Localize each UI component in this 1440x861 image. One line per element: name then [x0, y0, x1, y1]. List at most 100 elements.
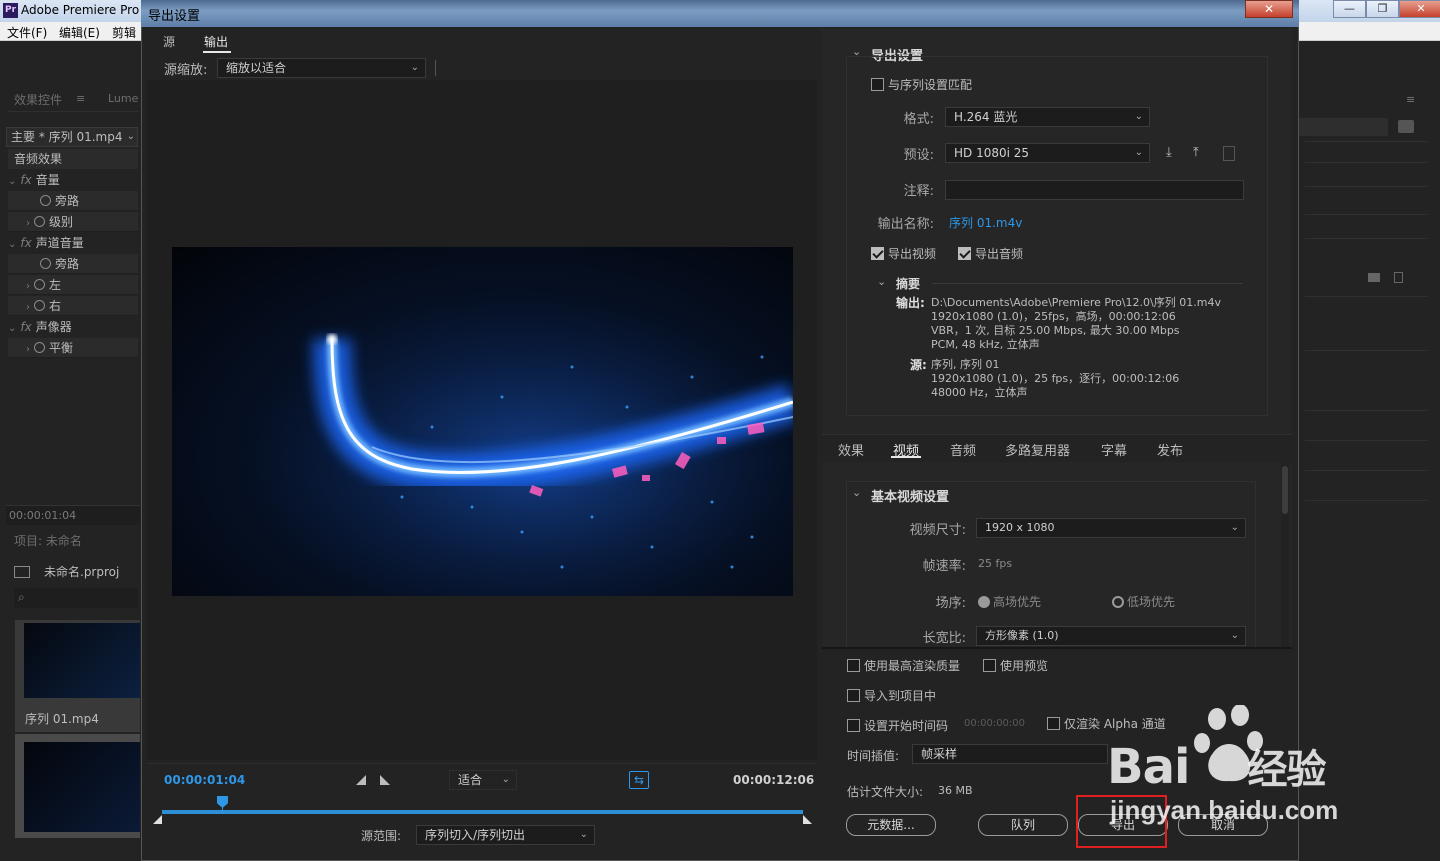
chevron-right-icon[interactable]: › — [26, 218, 30, 229]
project-panel-title[interactable]: 项目: 未命名 — [14, 532, 82, 549]
stopwatch-icon[interactable] — [34, 216, 45, 227]
field-lower-radio[interactable]: 低场优先 — [1112, 593, 1175, 610]
effect-row-channel-volume[interactable]: ⌄ fx 声道音量 — [8, 233, 138, 253]
fit-dropdown[interactable]: 适合 ⌄ — [449, 770, 517, 790]
import-into-project-checkbox[interactable]: 导入到项目中 — [847, 687, 936, 704]
checkbox[interactable] — [983, 659, 996, 672]
checkbox[interactable] — [1047, 717, 1060, 730]
radio[interactable] — [978, 596, 990, 608]
tab-multiplexer[interactable]: 多路复用器 — [1005, 440, 1070, 459]
set-in-point-icon[interactable] — [356, 775, 366, 785]
out-point-marker-icon[interactable] — [803, 815, 812, 824]
clip-thumbnail-card[interactable]: 序列 01.mp4 — [15, 620, 140, 732]
timeline-track[interactable] — [162, 810, 803, 814]
maximize-icon[interactable]: ❐ — [1366, 0, 1399, 18]
set-out-point-icon[interactable] — [380, 775, 390, 785]
clip-thumbnail-card[interactable] — [15, 734, 140, 838]
tab-publish[interactable]: 发布 — [1157, 440, 1183, 459]
menu-clip[interactable]: 剪辑 — [112, 24, 136, 41]
stopwatch-icon[interactable] — [40, 195, 51, 206]
stopwatch-icon[interactable] — [34, 279, 45, 290]
queue-button[interactable]: 队列 — [978, 814, 1068, 836]
stopwatch-icon[interactable] — [40, 258, 51, 269]
export-audio-checkbox[interactable]: 导出音频 — [958, 245, 1023, 262]
fx-icon[interactable]: fx — [20, 236, 31, 250]
tab-source[interactable]: 源 — [163, 33, 175, 50]
current-timecode[interactable]: 00:00:01:04 — [164, 773, 245, 787]
folder-icon[interactable] — [1368, 273, 1380, 282]
stopwatch-icon[interactable] — [34, 300, 45, 311]
chevron-down-icon[interactable]: ⌄ — [8, 176, 16, 187]
tab-effect-controls[interactable]: 效果控件 — [14, 91, 62, 108]
menu-edit[interactable]: 编辑(E) — [59, 24, 100, 41]
summary-header[interactable]: 摘要 — [896, 275, 920, 292]
render-alpha-only-checkbox[interactable]: 仅渲染 Alpha 通道 — [1047, 715, 1166, 732]
preset-dropdown[interactable]: HD 1080i 25 ⌄ — [945, 143, 1150, 163]
radio[interactable] — [1112, 596, 1124, 608]
camera-icon[interactable] — [1398, 120, 1414, 133]
tab-output[interactable]: 输出 — [204, 33, 228, 50]
time-interpolation-dropdown[interactable]: 帧采样 — [912, 744, 1108, 764]
export-video-checkbox[interactable]: 导出视频 — [871, 245, 936, 262]
in-point-marker-icon[interactable] — [153, 815, 162, 824]
param-row-right[interactable]: › 右 — [8, 296, 138, 316]
project-search-input[interactable]: ⌕ — [14, 588, 138, 608]
frame-size-dropdown[interactable]: 1920 x 1080 ⌄ — [976, 518, 1246, 538]
fx-icon[interactable]: fx — [20, 320, 31, 334]
tab-captions[interactable]: 字幕 — [1101, 440, 1127, 459]
param-row-left[interactable]: › 左 — [8, 275, 138, 295]
trash-icon[interactable] — [1394, 272, 1403, 283]
max-render-quality-checkbox[interactable]: 使用最高渲染质量 — [847, 657, 960, 674]
source-range-dropdown[interactable]: 序列切入/序列切出 ⌄ — [416, 825, 595, 845]
save-preset-icon[interactable]: ⤓ — [1166, 146, 1182, 160]
param-row-balance[interactable]: › 平衡 — [8, 338, 138, 358]
match-sequence-checkbox[interactable]: 与序列设置匹配 — [871, 76, 972, 93]
use-previews-checkbox[interactable]: 使用预览 — [983, 657, 1048, 674]
checkbox[interactable] — [871, 247, 884, 260]
source-scaling-dropdown[interactable]: 缩放以适合 ⌄ — [217, 58, 426, 78]
panel-menu-icon[interactable]: ≡ — [1406, 93, 1415, 106]
tab-lumetri[interactable]: Lume — [108, 92, 138, 105]
chevron-down-icon[interactable]: ⌄ — [877, 275, 886, 288]
scrollbar-thumb[interactable] — [1282, 466, 1288, 514]
effect-row-panner[interactable]: ⌄ fx 声像器 — [8, 317, 138, 337]
checkbox[interactable] — [871, 78, 884, 91]
basic-video-settings-header[interactable]: 基本视频设置 — [871, 486, 949, 505]
checkbox[interactable] — [847, 689, 860, 702]
param-row-level[interactable]: › 级别 — [8, 212, 138, 232]
chevron-right-icon[interactable]: › — [26, 281, 30, 292]
aspect-correction-icon[interactable]: ⇆ — [629, 771, 649, 789]
minimize-icon[interactable]: — — [1333, 0, 1366, 18]
output-name-link[interactable]: 序列 01.m4v — [949, 214, 1022, 231]
clip-selector[interactable]: 主要 * 序列 01.mp4 ⌄ — [6, 127, 138, 147]
menu-file[interactable]: 文件(F) — [7, 24, 47, 41]
chevron-down-icon[interactable]: ⌄ — [852, 486, 861, 499]
chevron-down-icon[interactable]: ⌄ — [8, 239, 16, 250]
chevron-down-icon[interactable]: ⌄ — [8, 323, 16, 334]
delete-preset-icon[interactable] — [1223, 146, 1235, 161]
tab-audio[interactable]: 音频 — [950, 440, 976, 459]
search-input[interactable] — [1298, 118, 1388, 136]
metadata-button[interactable]: 元数据... — [846, 814, 936, 836]
param-row-bypass[interactable]: 旁路 — [8, 254, 138, 274]
tab-effects[interactable]: 效果 — [838, 440, 864, 459]
checkbox[interactable] — [847, 659, 860, 672]
param-row-bypass[interactable]: 旁路 — [8, 191, 138, 211]
dialog-close-icon[interactable]: ✕ — [1245, 0, 1293, 18]
stopwatch-icon[interactable] — [34, 342, 45, 353]
effect-controls-timecode[interactable]: 00:00:01:04 — [6, 505, 140, 525]
close-icon[interactable]: ✕ — [1399, 0, 1440, 18]
format-dropdown[interactable]: H.264 蓝光 ⌄ — [945, 107, 1150, 127]
set-start-timecode-checkbox[interactable]: 设置开始时间码 — [847, 717, 948, 734]
checkbox[interactable] — [847, 719, 860, 732]
field-upper-radio[interactable]: 高场优先 — [978, 593, 1041, 610]
chevron-right-icon[interactable]: › — [26, 302, 30, 313]
comment-input[interactable] — [945, 180, 1244, 200]
import-preset-icon[interactable]: ⤒ — [1193, 146, 1211, 160]
panel-menu-icon[interactable]: ≡ — [76, 92, 85, 105]
fx-icon[interactable]: fx — [20, 173, 31, 187]
chevron-right-icon[interactable]: › — [26, 344, 30, 355]
effect-row-volume[interactable]: ⌄ fx 音量 — [8, 170, 138, 190]
aspect-dropdown[interactable]: 方形像素 (1.0) ⌄ — [976, 626, 1246, 646]
checkbox[interactable] — [958, 247, 971, 260]
